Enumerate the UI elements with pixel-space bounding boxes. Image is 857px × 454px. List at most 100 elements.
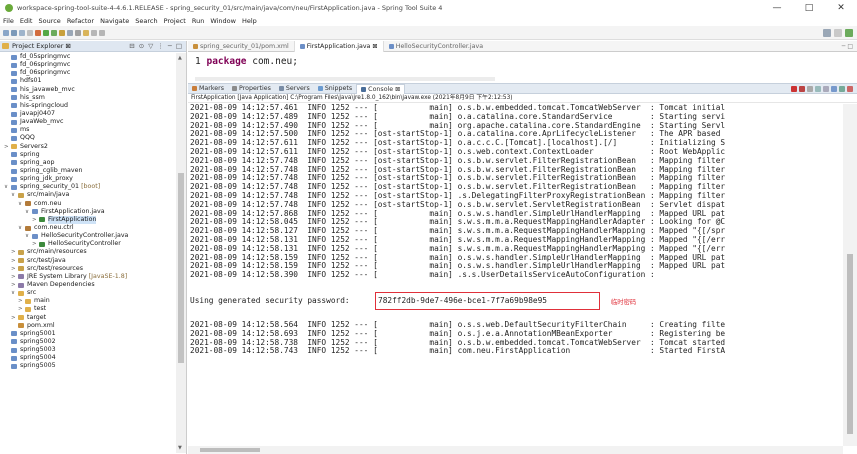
tree-item[interactable]: > src/main/resources — [0, 248, 176, 256]
tree-item[interactable]: ∨ FirstApplication.java — [0, 208, 176, 216]
search-icon[interactable] — [823, 29, 831, 37]
menu-search[interactable]: Search — [135, 17, 157, 25]
scroll-down-icon[interactable]: ▼ — [178, 445, 182, 451]
tab-first-application[interactable]: FirstApplication.java ⊠ — [293, 40, 384, 52]
tree-item[interactable]: spring — [0, 151, 176, 159]
chevron-right-icon[interactable]: > — [32, 240, 39, 248]
menu-run[interactable]: Run — [192, 17, 204, 25]
search-toolbar-icon[interactable] — [75, 29, 81, 36]
forward-icon[interactable] — [99, 29, 105, 36]
chevron-right-icon[interactable]: > — [11, 257, 18, 265]
menu-edit[interactable]: Edit — [20, 17, 33, 25]
menu-help[interactable]: Help — [242, 17, 257, 25]
tree-item[interactable]: ∨ src/main/java — [0, 191, 176, 199]
chevron-down-icon[interactable]: ∨ — [25, 208, 32, 216]
code-editor[interactable]: 1 package com.neu; — [188, 53, 857, 83]
tree-item[interactable]: ∨ spring_security_01 [boot] — [0, 183, 176, 191]
chevron-right-icon[interactable]: > — [11, 265, 18, 273]
tree-item[interactable]: hdfs01 — [0, 77, 176, 85]
terminate-icon[interactable] — [791, 85, 797, 92]
tree-item[interactable]: ms — [0, 126, 176, 134]
tab-snippets[interactable]: Snippets — [314, 84, 356, 94]
editor-horizontal-scrollbar[interactable] — [195, 77, 495, 81]
scrollbar-thumb[interactable] — [178, 173, 184, 363]
next-annotation-icon[interactable] — [83, 29, 89, 36]
scrollbar-thumb[interactable] — [847, 254, 853, 434]
open-console-icon[interactable] — [839, 85, 845, 92]
display-console-icon[interactable] — [847, 85, 853, 92]
menu-navigate[interactable]: Navigate — [100, 17, 129, 25]
boot-dashboard-icon[interactable] — [51, 29, 57, 36]
print-icon[interactable] — [27, 29, 33, 36]
chevron-down-icon[interactable]: ∨ — [18, 200, 25, 208]
tree-item[interactable]: > FirstApplication — [0, 215, 176, 224]
tree-item[interactable]: > main — [0, 297, 176, 305]
project-explorer-title[interactable]: Project Explorer ⊠ — [12, 42, 71, 50]
chevron-right-icon[interactable]: > — [4, 143, 11, 151]
chevron-down-icon[interactable]: ∨ — [11, 191, 18, 199]
tree-item[interactable]: ∨ com.neu — [0, 200, 176, 208]
tab-pom-xml[interactable]: spring_security_01/pom.xml — [188, 41, 294, 52]
minimize-button[interactable]: — — [761, 0, 793, 15]
save-icon[interactable] — [11, 29, 17, 36]
back-icon[interactable] — [91, 29, 97, 36]
remove-launch-icon[interactable] — [799, 85, 805, 92]
tree-item[interactable]: javapj0407 — [0, 110, 176, 118]
tree-item[interactable]: spring_cglib_maven — [0, 167, 176, 175]
debug-icon[interactable] — [35, 29, 41, 36]
tree-item[interactable]: > Servers2 — [0, 143, 176, 151]
tree-item[interactable]: his-springcloud — [0, 102, 176, 110]
editor-minmax-icon[interactable]: ─ □ — [842, 43, 853, 50]
console-scrollbar[interactable] — [843, 104, 857, 446]
chevron-down-icon[interactable]: ∨ — [4, 183, 11, 191]
maximize-button[interactable]: □ — [793, 0, 825, 15]
tree-item[interactable]: > Maven Dependencies — [0, 281, 176, 289]
console-horizontal-scrollbar[interactable] — [188, 446, 843, 454]
tree-item[interactable]: > src/test/java — [0, 257, 176, 265]
scroll-up-icon[interactable]: ▲ — [178, 55, 182, 61]
tree-item[interactable]: ∨ HelloSecurityController.java — [0, 232, 176, 240]
menu-window[interactable]: Window — [210, 17, 236, 25]
save-all-icon[interactable] — [19, 29, 25, 36]
console-output[interactable]: 2021-08-09 14:12:57.461 INFO 1252 --- [ … — [188, 104, 843, 446]
tree-item[interactable]: spring_aop — [0, 159, 176, 167]
chevron-down-icon[interactable]: ∨ — [11, 289, 18, 297]
chevron-right-icon[interactable]: > — [18, 297, 25, 305]
tree-item[interactable]: > target — [0, 314, 176, 322]
tree-item[interactable]: > test — [0, 305, 176, 313]
tree-item[interactable]: fd_06springmvc — [0, 61, 176, 69]
tab-properties[interactable]: Properties — [228, 84, 275, 94]
tab-servers[interactable]: Servers — [275, 84, 314, 94]
tree-item[interactable]: > src/test/resources — [0, 265, 176, 273]
tree-item[interactable]: spring5005 — [0, 362, 176, 370]
run-icon[interactable] — [43, 29, 49, 36]
new-java-class-icon[interactable] — [59, 29, 65, 36]
open-perspective-icon[interactable] — [834, 29, 842, 37]
menu-refactor[interactable]: Refactor — [67, 17, 94, 25]
tab-markers[interactable]: Markers — [188, 84, 228, 94]
open-type-icon[interactable] — [67, 29, 73, 36]
close-button[interactable]: ✕ — [825, 0, 857, 15]
clear-console-icon[interactable] — [807, 85, 813, 92]
tree-item[interactable]: spring5003 — [0, 346, 176, 354]
menu-file[interactable]: File — [3, 17, 14, 25]
chevron-right-icon[interactable]: > — [11, 314, 18, 322]
tree-item[interactable]: JavaWeb_mvc — [0, 118, 176, 126]
tab-console[interactable]: Console ⊠ — [356, 83, 406, 94]
pin-console-icon[interactable] — [831, 85, 837, 92]
chevron-right-icon[interactable]: > — [32, 216, 39, 224]
tree-item[interactable]: fd_06springmvc — [0, 69, 176, 77]
tree-item[interactable]: QQQ — [0, 134, 176, 142]
chevron-down-icon[interactable]: ∨ — [18, 224, 25, 232]
chevron-right-icon[interactable]: > — [18, 305, 25, 313]
chevron-down-icon[interactable]: ∨ — [25, 232, 32, 240]
menu-project[interactable]: Project — [164, 17, 186, 25]
tree-item[interactable]: pom.xml — [0, 322, 176, 330]
tree-item[interactable]: fd_05springmvc — [0, 53, 176, 61]
view-controls[interactable]: ⊟ ⊙ ▽ ⋮ ─ □ — [129, 42, 183, 50]
tree-item[interactable]: ∨ com.neu.ctrl — [0, 224, 176, 232]
menu-source[interactable]: Source — [38, 17, 60, 25]
chevron-right-icon[interactable]: > — [11, 248, 18, 256]
new-icon[interactable] — [3, 29, 9, 36]
tree-item[interactable]: spring5004 — [0, 354, 176, 362]
